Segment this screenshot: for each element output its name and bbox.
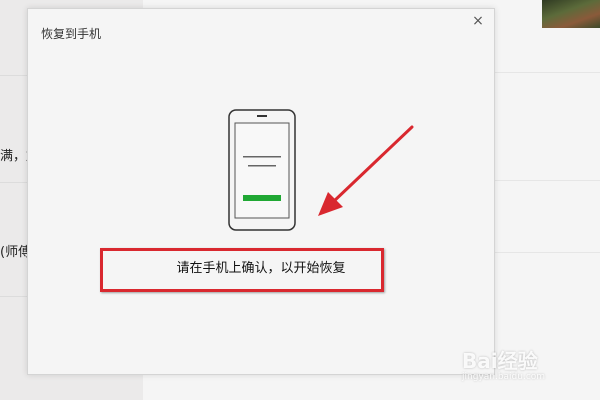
watermark: Bai经验 jingyan.baidu.com bbox=[462, 345, 545, 382]
watermark-subtext: jingyan.baidu.com bbox=[462, 372, 546, 382]
watermark-text: Bai经验 bbox=[462, 349, 538, 373]
annotation-arrow-icon bbox=[318, 125, 414, 216]
